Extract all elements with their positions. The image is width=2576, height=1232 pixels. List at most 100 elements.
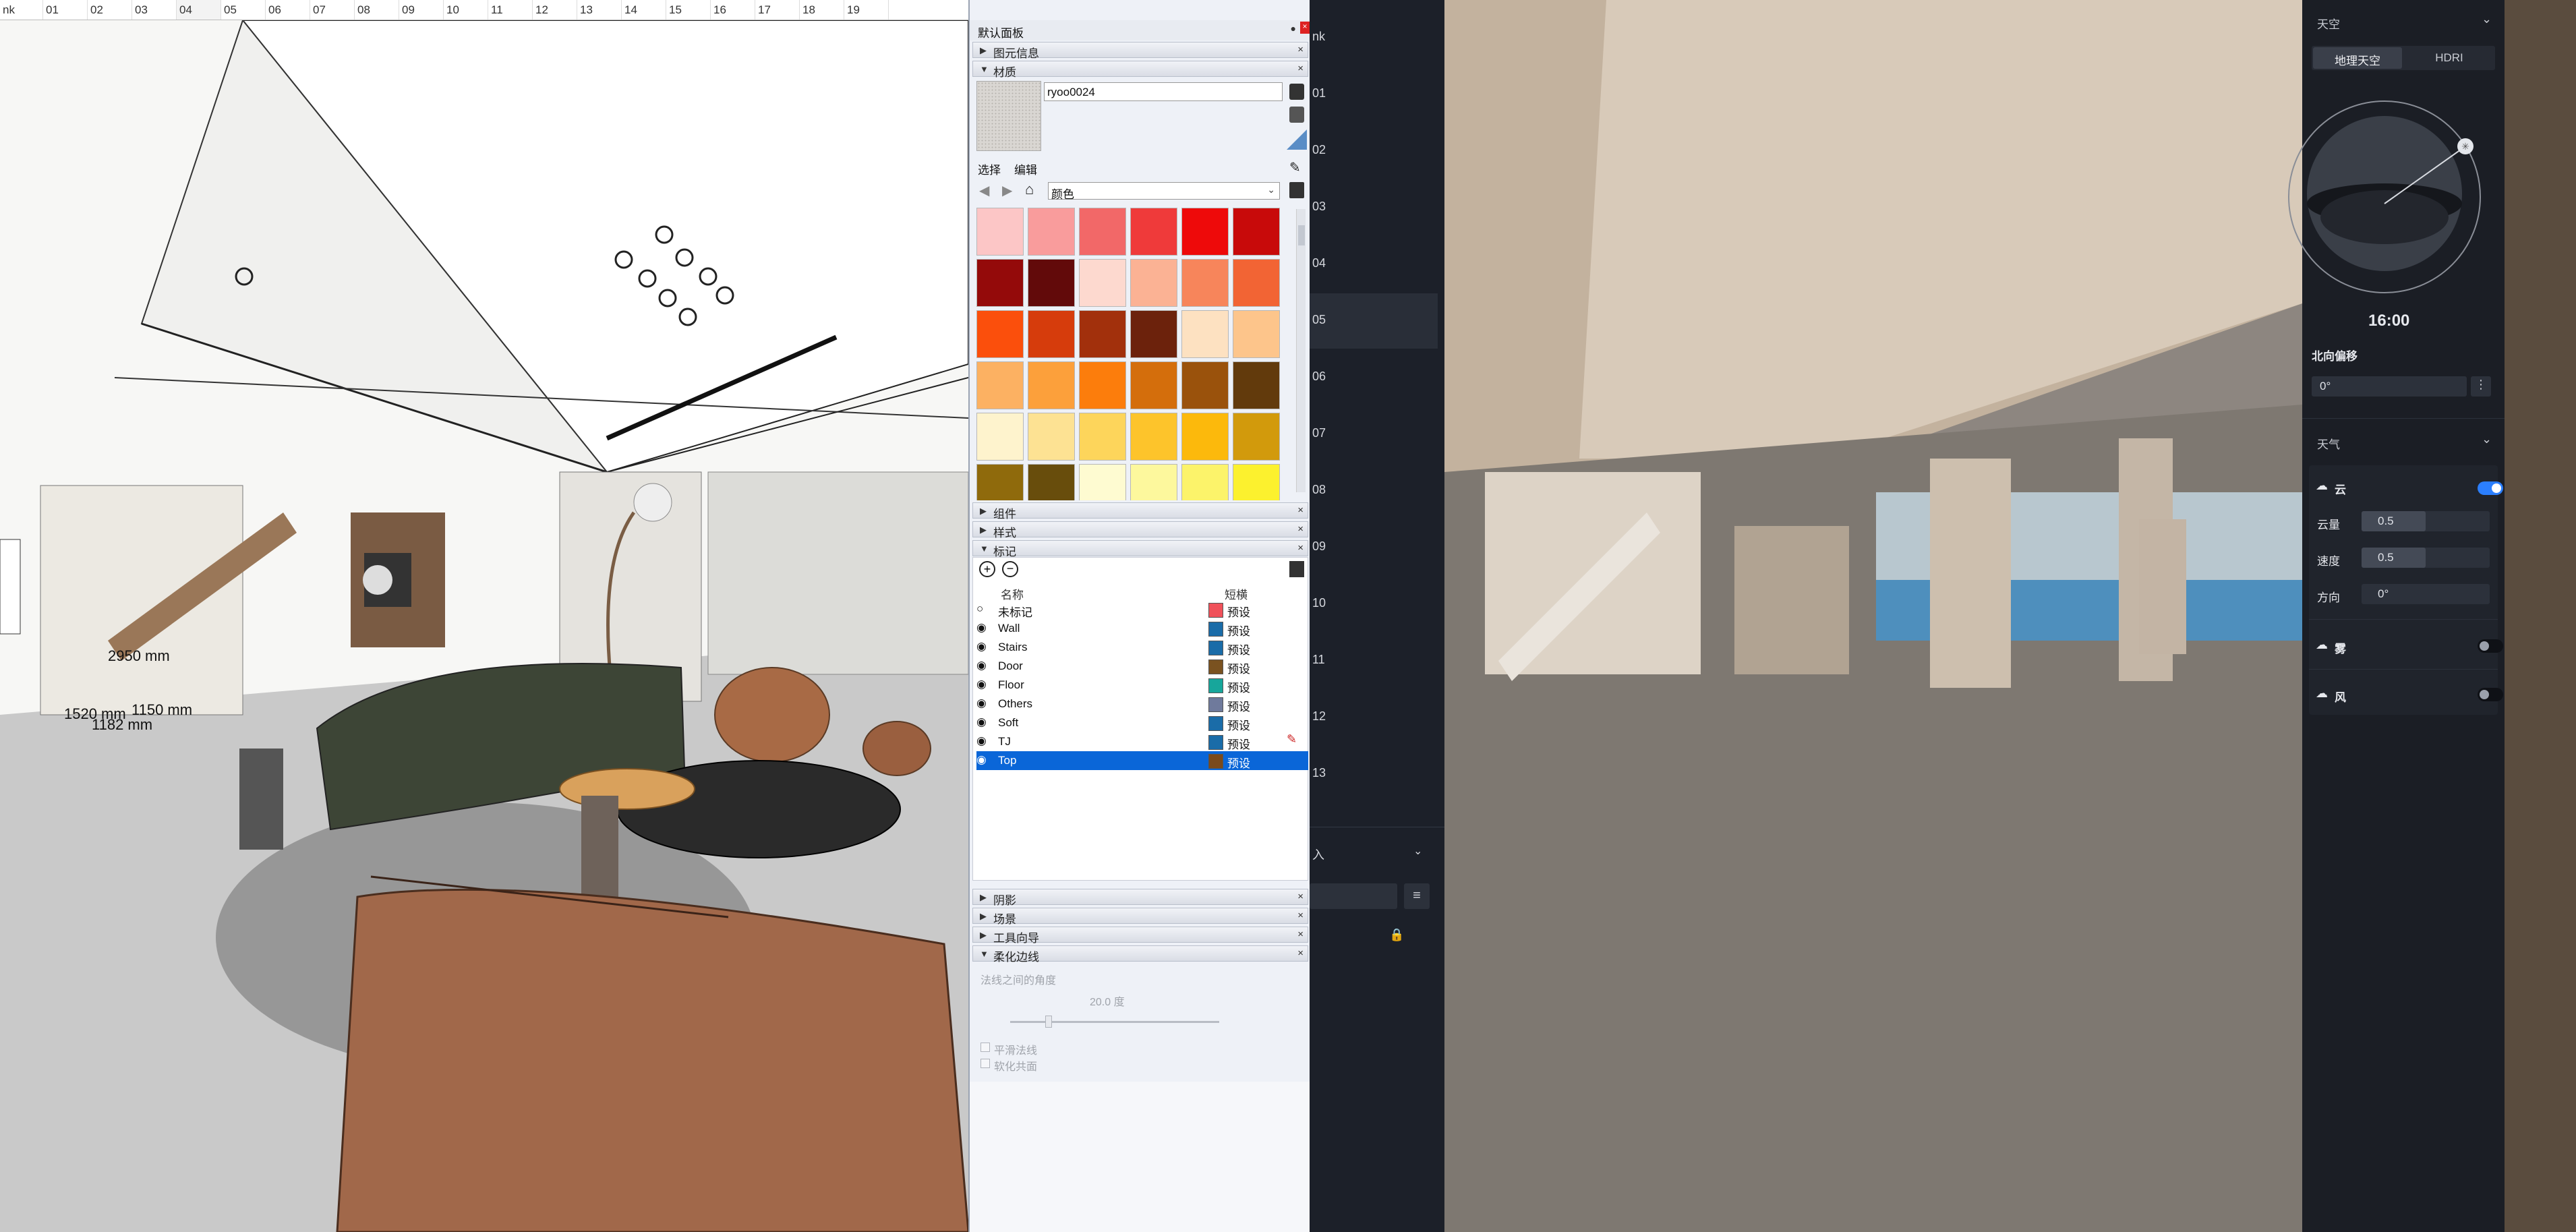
- scene-item[interactable]: 09: [1312, 539, 1326, 554]
- color-swatch[interactable]: [1028, 310, 1075, 358]
- color-swatch[interactable]: [1130, 361, 1177, 409]
- scene-tab[interactable]: 06: [266, 0, 310, 20]
- color-swatch[interactable]: [1130, 310, 1177, 358]
- scene-item[interactable]: 04: [1312, 256, 1326, 270]
- pin-icon[interactable]: ●: [1291, 23, 1296, 34]
- scene-tab[interactable]: 11: [488, 0, 533, 20]
- soften-angle-slider[interactable]: [1010, 1016, 1219, 1028]
- tab-hdri[interactable]: HDRI: [2405, 47, 2494, 69]
- scene-item[interactable]: 06: [1312, 370, 1326, 384]
- color-swatch[interactable]: [1079, 361, 1126, 409]
- cloud-amount-slider[interactable]: 0.5: [2362, 511, 2490, 531]
- color-swatch[interactable]: [1028, 259, 1075, 307]
- color-swatch[interactable]: [976, 310, 1024, 358]
- tag-dash[interactable]: 预设: [1227, 659, 1250, 676]
- back-icon[interactable]: ◀: [979, 182, 989, 199]
- scene-tab[interactable]: 16: [711, 0, 755, 20]
- color-swatch[interactable]: [1079, 413, 1126, 461]
- color-swatch[interactable]: [1079, 208, 1126, 256]
- forward-icon[interactable]: ▶: [1002, 182, 1012, 199]
- eyedropper-icon[interactable]: ✎: [1289, 159, 1301, 176]
- close-icon[interactable]: ×: [1297, 929, 1304, 940]
- scene-tab[interactable]: 09: [399, 0, 444, 20]
- paint-icon[interactable]: [1289, 84, 1304, 100]
- swatch-scrollbar[interactable]: [1296, 209, 1306, 492]
- tag-color[interactable]: [1208, 678, 1223, 693]
- instructor-header[interactable]: ▶ 工具向导 ×: [972, 927, 1308, 945]
- color-swatch[interactable]: [1181, 310, 1229, 358]
- shadows-header[interactable]: ▶ 阴影 ×: [972, 889, 1308, 907]
- lock-icon[interactable]: 🔒: [1389, 928, 1404, 942]
- color-swatch[interactable]: [1233, 310, 1280, 358]
- tag-color[interactable]: [1208, 603, 1223, 618]
- scene-tab[interactable]: 15: [666, 0, 711, 20]
- scene-tab[interactable]: 19: [844, 0, 889, 20]
- color-swatch[interactable]: [1079, 259, 1126, 307]
- color-swatch[interactable]: [1130, 413, 1177, 461]
- tags-header[interactable]: ▼ 标记 ×: [972, 540, 1308, 558]
- tag-dash[interactable]: 预设: [1227, 678, 1250, 695]
- tag-dash[interactable]: 预设: [1227, 641, 1250, 657]
- north-offset-more-icon[interactable]: ⋮: [2471, 376, 2491, 397]
- model-materials-icon[interactable]: [1289, 107, 1304, 123]
- close-icon[interactable]: ×: [1297, 542, 1304, 554]
- fog-toggle[interactable]: [2478, 639, 2503, 653]
- tag-row[interactable]: ◉ Floor 预设: [976, 676, 1308, 695]
- color-swatch[interactable]: [1028, 361, 1075, 409]
- weather-collapse-icon[interactable]: ⌄: [2482, 432, 2492, 446]
- scene-tab[interactable]: 18: [800, 0, 844, 20]
- materials-tab-select[interactable]: 选择: [978, 160, 1001, 177]
- scene-item[interactable]: nk: [1312, 30, 1325, 44]
- scene-tab[interactable]: 07: [310, 0, 355, 20]
- color-swatch[interactable]: [1181, 208, 1229, 256]
- close-icon[interactable]: ×: [1297, 947, 1304, 959]
- scene-item[interactable]: 08: [1312, 483, 1326, 497]
- scene-tab[interactable]: nk: [0, 0, 43, 20]
- scene-tab[interactable]: 14: [622, 0, 666, 20]
- eye-icon[interactable]: ◉: [976, 734, 987, 748]
- eye-icon[interactable]: ◉: [976, 678, 987, 691]
- color-swatch[interactable]: [1028, 464, 1075, 500]
- tag-dash[interactable]: 预设: [1227, 754, 1250, 771]
- cloud-speed-slider[interactable]: 0.5: [2362, 548, 2490, 568]
- color-swatch[interactable]: [1181, 413, 1229, 461]
- scene-item[interactable]: 13: [1312, 766, 1326, 780]
- eye-icon[interactable]: ◉: [976, 640, 987, 653]
- delete-tag-icon[interactable]: −: [1002, 561, 1018, 577]
- color-swatch[interactable]: [1130, 464, 1177, 500]
- scene-tab[interactable]: 17: [755, 0, 800, 20]
- tag-row[interactable]: ◉ Others 预设: [976, 695, 1308, 713]
- materials-header[interactable]: ▼ 材质 ×: [972, 61, 1308, 79]
- color-swatch[interactable]: [976, 208, 1024, 256]
- scene-tab[interactable]: 12: [533, 0, 577, 20]
- home-icon[interactable]: ⌂: [1025, 181, 1034, 198]
- scene-item[interactable]: 07: [1312, 426, 1326, 440]
- entity-info-header[interactable]: ▶ 图元信息 ×: [972, 42, 1308, 60]
- color-swatch[interactable]: [1028, 413, 1075, 461]
- scene-item[interactable]: 05: [1312, 313, 1326, 327]
- tag-dash[interactable]: 预设: [1227, 735, 1250, 752]
- scene-tab[interactable]: 02: [88, 0, 132, 20]
- eye-icon[interactable]: ◉: [976, 621, 987, 635]
- scene-tab[interactable]: 04: [177, 0, 221, 20]
- scene-item[interactable]: 01: [1312, 86, 1326, 100]
- tag-row[interactable]: ◉ Stairs 预设: [976, 638, 1308, 657]
- smooth-normals-checkbox[interactable]: [980, 1043, 990, 1052]
- add-tag-icon[interactable]: +: [979, 561, 995, 577]
- scene-tab[interactable]: 08: [355, 0, 399, 20]
- components-header[interactable]: ▶ 组件 ×: [972, 502, 1308, 521]
- close-icon[interactable]: ×: [1297, 63, 1304, 74]
- tag-color[interactable]: [1208, 641, 1223, 655]
- eye-icon[interactable]: ◉: [976, 753, 987, 767]
- scene-item[interactable]: 02: [1312, 143, 1326, 157]
- eye-icon[interactable]: ◉: [976, 697, 987, 710]
- color-swatch[interactable]: [1181, 361, 1229, 409]
- tag-color[interactable]: [1208, 716, 1223, 731]
- eye-hidden-icon[interactable]: ○: [976, 602, 983, 616]
- scene-tab[interactable]: 13: [577, 0, 622, 20]
- tag-dash[interactable]: 预设: [1227, 697, 1250, 714]
- tab-geo-sky[interactable]: 地理天空: [2313, 47, 2402, 69]
- sketchup-viewport[interactable]: nk 01 02 03 04 05 06 07 08 09 10 11 12 13 14 15 16 17 18 19…: [0, 0, 968, 1232]
- color-swatch[interactable]: [1233, 413, 1280, 461]
- sky-collapse-icon[interactable]: ⌄: [2482, 12, 2492, 26]
